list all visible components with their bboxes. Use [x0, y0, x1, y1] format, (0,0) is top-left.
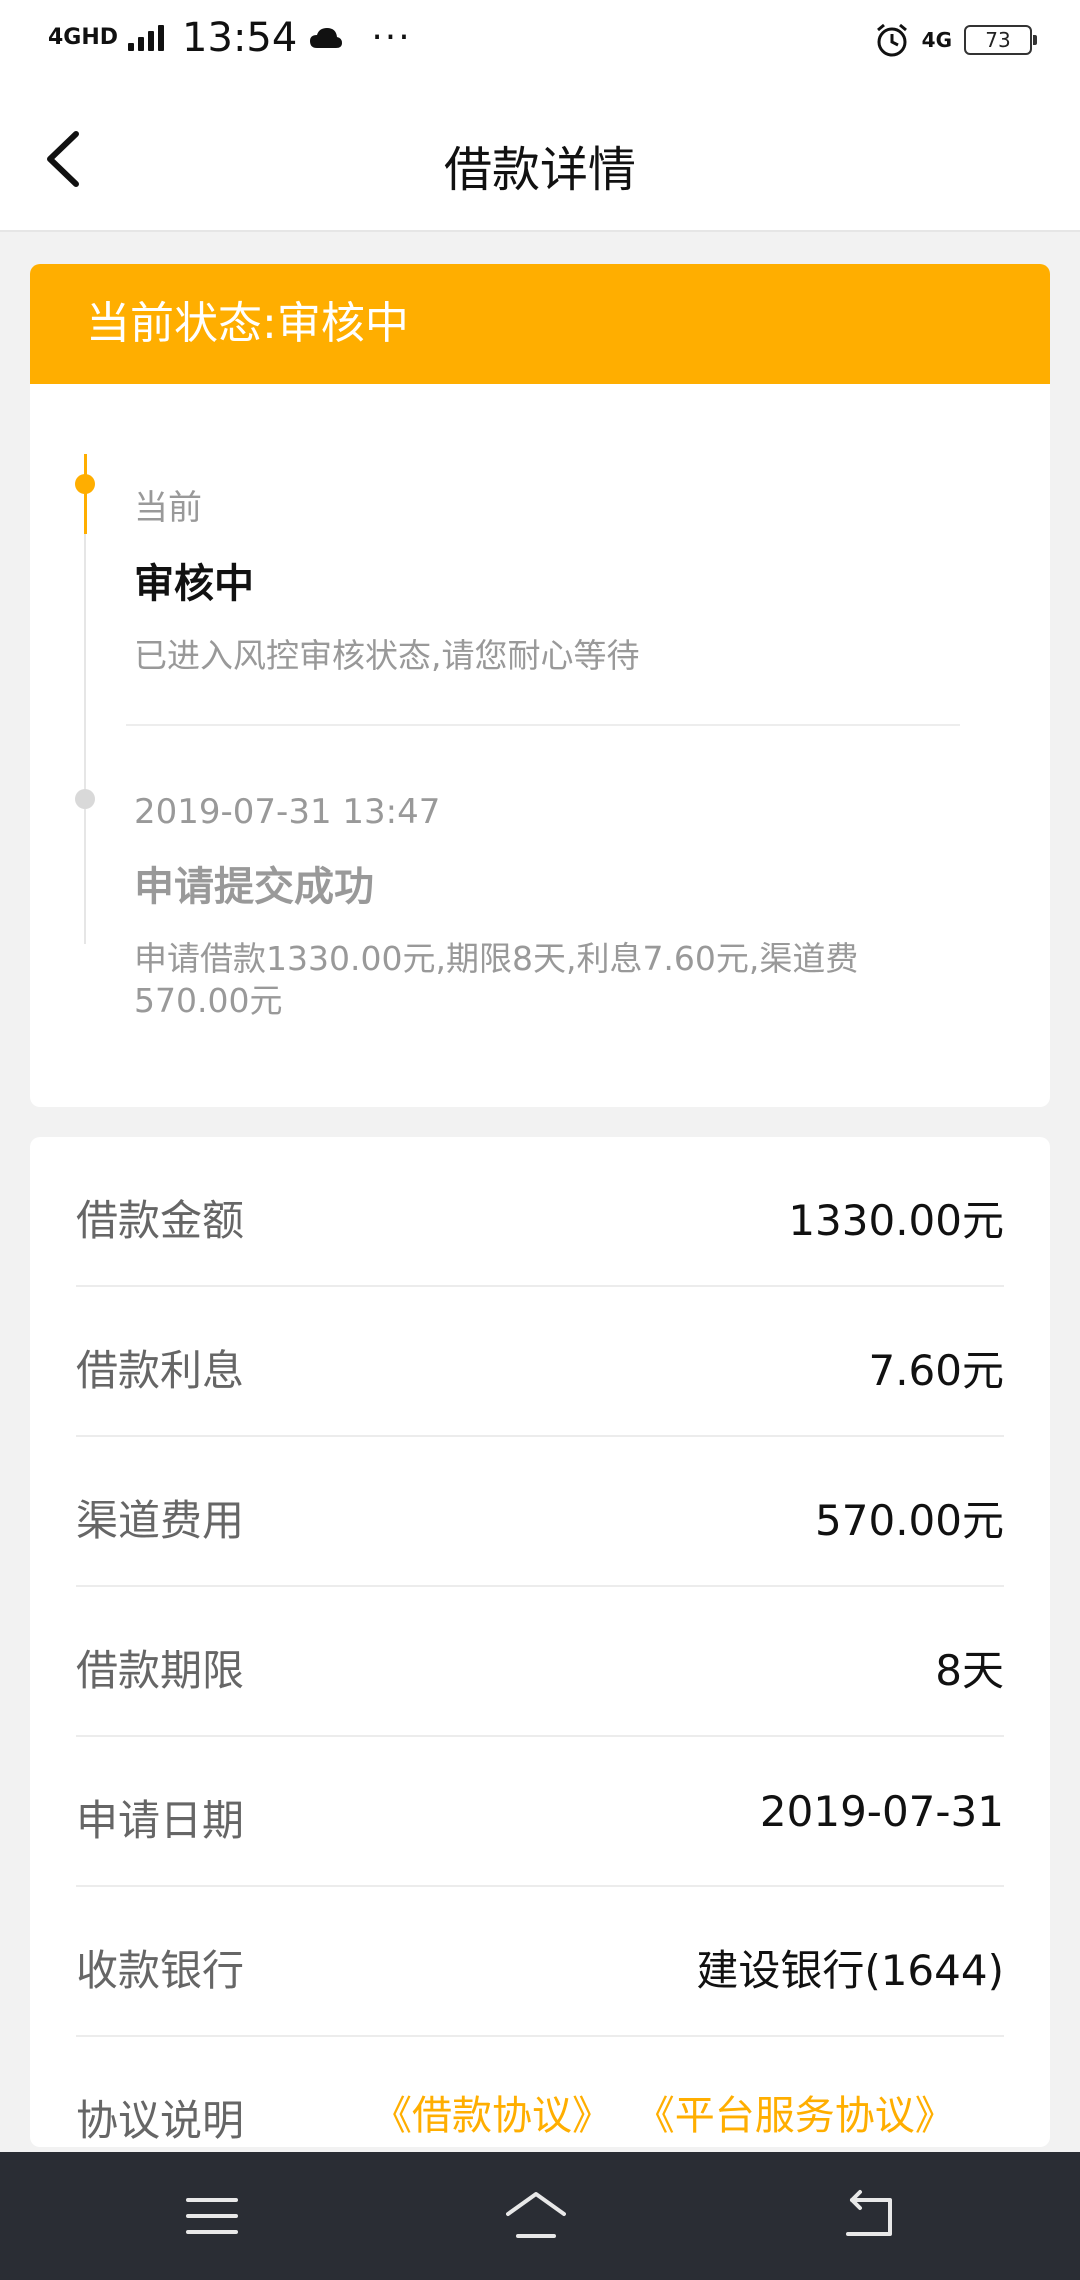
timeline-submitted-title: 申请提交成功 — [134, 864, 374, 910]
detail-row-interest: 借款利息 7.60元 — [76, 1287, 1004, 1437]
detail-label: 收款银行 — [76, 1946, 245, 1995]
detail-row-bank: 收款银行 建设银行(1644) — [76, 1887, 1004, 2037]
detail-value: 7.60元 — [868, 1346, 1004, 1395]
detail-value: 2019-07-31 — [759, 1787, 1004, 1836]
timeline-current-label: 当前 — [134, 488, 202, 528]
timeline-submitted-desc: 申请借款1330.00元,期限8天,利息7.60元,渠道费570.00元 — [134, 939, 859, 1020]
timeline-item-current: 当前 审核中 已进入风控审核状态,请您耐心等待 — [134, 480, 970, 677]
status-timeline: 当前 审核中 已进入风控审核状态,请您耐心等待 2019-07-31 13:47… — [30, 384, 1050, 1107]
clock: 13:54 — [182, 15, 298, 61]
current-status-banner: 当前状态:审核中 — [30, 264, 1050, 384]
status-bar: 4GHD 13:54 ··· 4G 73 — [0, 0, 1080, 84]
detail-label: 协议说明 — [76, 2096, 245, 2145]
detail-row-agreements: 协议说明 《借款协议》 《平台服务协议》 — [76, 2037, 1004, 2147]
detail-value: 570.00元 — [815, 1496, 1004, 1545]
system-navigation-bar — [0, 2152, 1080, 2280]
status-card: 当前状态:审核中 当前 审核中 已进入风控审核状态,请您耐心等待 2019-07… — [30, 264, 1050, 1107]
timeline-line-active — [84, 454, 87, 534]
detail-row-amount: 借款金额 1330.00元 — [76, 1137, 1004, 1287]
detail-value: 建设银行(1644) — [696, 1946, 1004, 1995]
back-nav-icon[interactable] — [838, 2186, 898, 2246]
timeline-current-desc: 已进入风控审核状态,请您耐心等待 — [134, 636, 640, 675]
page-title: 借款详情 — [443, 142, 636, 198]
loan-details-card: 借款金额 1330.00元 借款利息 7.60元 渠道费用 570.00元 借款… — [30, 1137, 1050, 2147]
timeline-submitted-time: 2019-07-31 13:47 — [134, 792, 441, 832]
agreement-links: 《借款协议》 《平台服务协议》 — [372, 2083, 965, 2141]
network-type: 4GHD — [48, 25, 119, 50]
mobile-data-icon: 4G — [921, 28, 952, 52]
detail-row-channel-fee: 渠道费用 570.00元 — [76, 1437, 1004, 1587]
detail-row-apply-date: 申请日期 2019-07-31 — [76, 1737, 1004, 1887]
cloud-icon — [310, 28, 343, 48]
battery-icon: 73 — [964, 25, 1037, 55]
platform-service-agreement-link[interactable]: 《平台服务协议》 — [635, 2093, 955, 2139]
detail-label: 渠道费用 — [76, 1496, 245, 1545]
detail-row-term: 借款期限 8天 — [76, 1587, 1004, 1737]
timeline-current-title: 审核中 — [134, 561, 254, 607]
loan-agreement-link[interactable]: 《借款协议》 — [372, 2093, 612, 2139]
alarm-icon — [876, 23, 907, 57]
detail-label: 申请日期 — [76, 1796, 245, 1845]
menu-icon[interactable] — [182, 2186, 242, 2246]
timeline-dot-current — [75, 474, 95, 494]
signal-icon — [128, 25, 165, 51]
more-notifications-icon: ··· — [371, 17, 412, 58]
timeline-dot-past — [75, 789, 95, 809]
detail-value: 1330.00元 — [788, 1196, 1004, 1245]
home-icon[interactable] — [506, 2186, 566, 2246]
detail-label: 借款金额 — [76, 1196, 245, 1245]
title-bar: 借款详情 — [0, 84, 1080, 232]
detail-label: 借款期限 — [76, 1646, 245, 1695]
detail-label: 借款利息 — [76, 1346, 245, 1395]
detail-value: 8天 — [935, 1646, 1004, 1695]
timeline-divider — [126, 724, 960, 726]
timeline-item-submitted: 2019-07-31 13:47 申请提交成功 申请借款1330.00元,期限8… — [134, 792, 970, 1022]
